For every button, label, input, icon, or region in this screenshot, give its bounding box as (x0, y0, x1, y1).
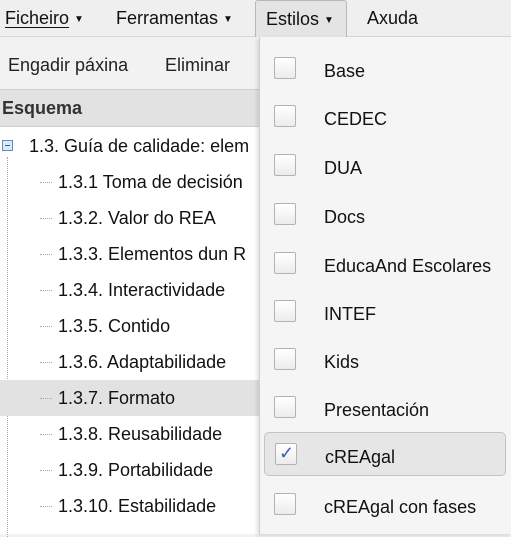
style-option-educaand-escolares[interactable]: EducaAnd Escolares (264, 242, 506, 286)
menu-ficheiro[interactable]: Ficheiro ▼ (5, 0, 84, 36)
style-option-intef[interactable]: INTEF (264, 290, 506, 334)
menu-ferramentas-label: Ferramentas (116, 8, 219, 28)
collapse-icon[interactable] (2, 140, 13, 151)
tree-node-label: 1.3.9. Portabilidade (58, 460, 214, 480)
checkbox[interactable] (274, 252, 296, 274)
tree-node-label: 1.3.4. Interactividade (58, 280, 226, 300)
checkbox[interactable] (274, 203, 296, 225)
tree-connector (40, 218, 52, 219)
tree-node-label: 1.3.5. Contido (58, 316, 171, 336)
style-option-creagal[interactable]: ✓ cREAgal (264, 432, 506, 476)
tree-node-label: 1.3.3. Elementos dun R (58, 244, 247, 264)
style-option-label: Presentación (324, 400, 430, 420)
menu-estilos[interactable]: Estilos ▼ (255, 0, 347, 38)
tree-node-label: 1.3.2. Valor do REA (58, 208, 216, 228)
tree-connector (40, 326, 52, 327)
tree-connector (40, 434, 52, 435)
tree-node-label: 1.3. Guía de calidade: elem (29, 136, 250, 156)
menu-ficheiro-label: Ficheiro (5, 8, 70, 28)
tree-node-label: 1.3.8. Reusabilidade (58, 424, 223, 444)
add-page-button[interactable]: Engadir páxina (8, 37, 128, 89)
checkbox[interactable] (274, 300, 296, 322)
tree-connector (40, 362, 52, 363)
style-option-label: Base (324, 61, 366, 81)
checkbox[interactable] (274, 396, 296, 418)
checkbox-checked[interactable]: ✓ (275, 443, 297, 465)
style-option-label: CEDEC (324, 109, 388, 129)
tree-connector (40, 398, 52, 399)
style-option-kids[interactable]: Kids (264, 338, 506, 382)
checkbox[interactable] (274, 348, 296, 370)
tree-connector (40, 470, 52, 471)
checkbox[interactable] (274, 105, 296, 127)
style-option-docs[interactable]: Docs (264, 193, 506, 237)
tree-connector (40, 182, 52, 183)
tree-node-label: 1.3.7. Formato (58, 388, 176, 408)
chevron-down-icon: ▼ (223, 14, 233, 25)
tree-node-label: 1.3.6. Adaptabilidade (58, 352, 227, 372)
menu-bar: Ficheiro ▼ Ferramentas ▼ Estilos ▼ Axuda (0, 0, 511, 38)
style-option-base[interactable]: Base (264, 47, 506, 91)
style-option-label: Kids (324, 352, 360, 372)
checkmark-icon: ✓ (279, 443, 295, 463)
tree-connector (40, 506, 52, 507)
style-option-dua[interactable]: DUA (264, 144, 506, 188)
styles-dropdown-menu: Base CEDEC DUA Docs EducaAnd Escolares I… (259, 37, 511, 534)
checkbox[interactable] (274, 57, 296, 79)
style-option-label: INTEF (324, 304, 376, 324)
checkbox[interactable] (274, 154, 296, 176)
menu-axuda-label: Axuda (367, 8, 419, 28)
style-option-presentacion[interactable]: Presentación (264, 386, 506, 430)
style-option-label: EducaAnd Escolares (324, 256, 492, 276)
style-option-label: cREAgal con fases (324, 497, 477, 517)
tree-connector (40, 254, 52, 255)
style-option-cedec[interactable]: CEDEC (264, 95, 506, 139)
tree-node-label: 1.3.10. Estabilidade (58, 496, 217, 516)
chevron-down-icon: ▼ (324, 15, 334, 26)
checkbox[interactable] (274, 493, 296, 515)
tree-node-label: 1.3.1 Toma de decisión (58, 172, 243, 192)
style-option-label: cREAgal (325, 447, 396, 467)
menu-estilos-label: Estilos (266, 9, 320, 29)
style-option-creagal-con-fases[interactable]: cREAgal con fases (264, 483, 506, 527)
menu-ferramentas[interactable]: Ferramentas ▼ (116, 0, 233, 36)
style-option-label: DUA (324, 158, 363, 178)
outline-title: Esquema (2, 98, 83, 118)
tree-connector (40, 290, 52, 291)
delete-button[interactable]: Eliminar (165, 37, 230, 89)
menu-axuda[interactable]: Axuda (367, 0, 418, 36)
style-option-label: Docs (324, 207, 366, 227)
chevron-down-icon: ▼ (74, 14, 84, 25)
